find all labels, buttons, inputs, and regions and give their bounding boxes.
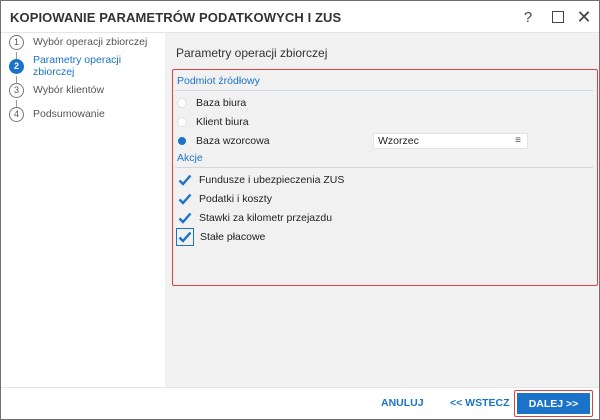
radio-label: Klient biura: [196, 116, 249, 128]
maximize-button[interactable]: [547, 7, 569, 27]
checkbox[interactable]: [177, 210, 193, 226]
step-number: 1: [9, 34, 24, 50]
back-button[interactable]: << WSTECZ: [450, 397, 510, 409]
wizard-step-2[interactable]: 2 Parametry operacji zbiorczej: [9, 54, 165, 78]
step-number: 3: [9, 82, 24, 98]
help-icon: ?: [523, 8, 533, 26]
page-title: Parametry operacji zbiorczej: [176, 46, 328, 60]
radio-button[interactable]: [178, 137, 186, 145]
help-button[interactable]: ?: [517, 7, 539, 27]
wizard-steps: 1 Wybór operacji zbiorczej 2 Parametry o…: [1, 33, 165, 387]
section-divider: [175, 167, 593, 168]
checkbox-label: Stawki za kilometr przejazdu: [199, 212, 333, 224]
check-podatki-koszty[interactable]: Podatki i koszty: [177, 190, 272, 208]
maximize-icon: [552, 11, 564, 23]
check-fundusze-zus[interactable]: Fundusze i ubezpieczenia ZUS: [177, 171, 344, 189]
checkbox[interactable]: [177, 191, 193, 207]
checkbox-label: Stałe płacowe: [200, 231, 266, 243]
checkbox[interactable]: [176, 228, 194, 246]
template-select[interactable]: Wzorzec ≡: [373, 133, 528, 149]
checkmark-icon: [178, 231, 192, 243]
dialog-footer: ANULUJ << WSTECZ DALEJ >>: [1, 387, 599, 419]
check-stawki-kilometr[interactable]: Stawki za kilometr przejazdu: [177, 209, 332, 227]
step-number: 4: [9, 106, 24, 122]
menu-icon[interactable]: ≡: [515, 135, 521, 146]
checkbox-label: Podatki i koszty: [199, 193, 272, 205]
next-button[interactable]: DALEJ >>: [517, 393, 590, 414]
radio-klient-biura[interactable]: Klient biura: [177, 114, 249, 130]
check-stale-placowe[interactable]: Stałe płacowe: [176, 228, 266, 246]
radio-baza-wzorcowa[interactable]: Baza wzorcowa: [177, 133, 270, 149]
radio-label: Baza biura: [196, 97, 247, 109]
step-label: Parametry operacji zbiorczej: [32, 54, 122, 78]
source-section-label: Podmiot źródłowy: [177, 75, 260, 87]
close-icon: ✕: [576, 7, 592, 27]
section-divider: [175, 90, 593, 91]
content-area: Parametry operacji zbiorczej Podmiot źró…: [165, 33, 599, 387]
radio-button[interactable]: [177, 98, 187, 108]
cancel-button[interactable]: ANULUJ: [381, 397, 424, 409]
dialog-window: KOPIOWANIE PARAMETRÓW PODATKOWYCH I ZUS …: [0, 0, 600, 420]
actions-section-label: Akcje: [177, 152, 203, 164]
title-bar: KOPIOWANIE PARAMETRÓW PODATKOWYCH I ZUS …: [1, 1, 599, 33]
wizard-step-3[interactable]: 3 Wybór klientów: [9, 81, 104, 99]
checkbox-label: Fundusze i ubezpieczenia ZUS: [199, 174, 345, 186]
step-label: Wybór klientów: [33, 84, 105, 96]
dialog-title: KOPIOWANIE PARAMETRÓW PODATKOWYCH I ZUS: [10, 10, 342, 25]
next-button-highlight: DALEJ >>: [514, 390, 593, 417]
step-number: 2: [9, 58, 24, 74]
radio-button[interactable]: [177, 117, 187, 127]
step-label: Podsumowanie: [33, 108, 105, 120]
wizard-step-1[interactable]: 1 Wybór operacji zbiorczej: [9, 33, 147, 51]
select-value: Wzorzec: [378, 135, 419, 147]
close-button[interactable]: ✕: [573, 7, 595, 27]
checkmark-icon: [178, 174, 192, 186]
wizard-step-4[interactable]: 4 Podsumowanie: [9, 105, 105, 123]
checkmark-icon: [178, 193, 192, 205]
checkmark-icon: [178, 212, 192, 224]
parameters-panel: Podmiot źródłowy Baza biura Klient biura…: [172, 69, 598, 286]
step-label: Wybór operacji zbiorczej: [33, 36, 148, 48]
checkbox[interactable]: [177, 172, 193, 188]
radio-label: Baza wzorcowa: [196, 135, 270, 147]
radio-baza-biura[interactable]: Baza biura: [177, 95, 246, 111]
